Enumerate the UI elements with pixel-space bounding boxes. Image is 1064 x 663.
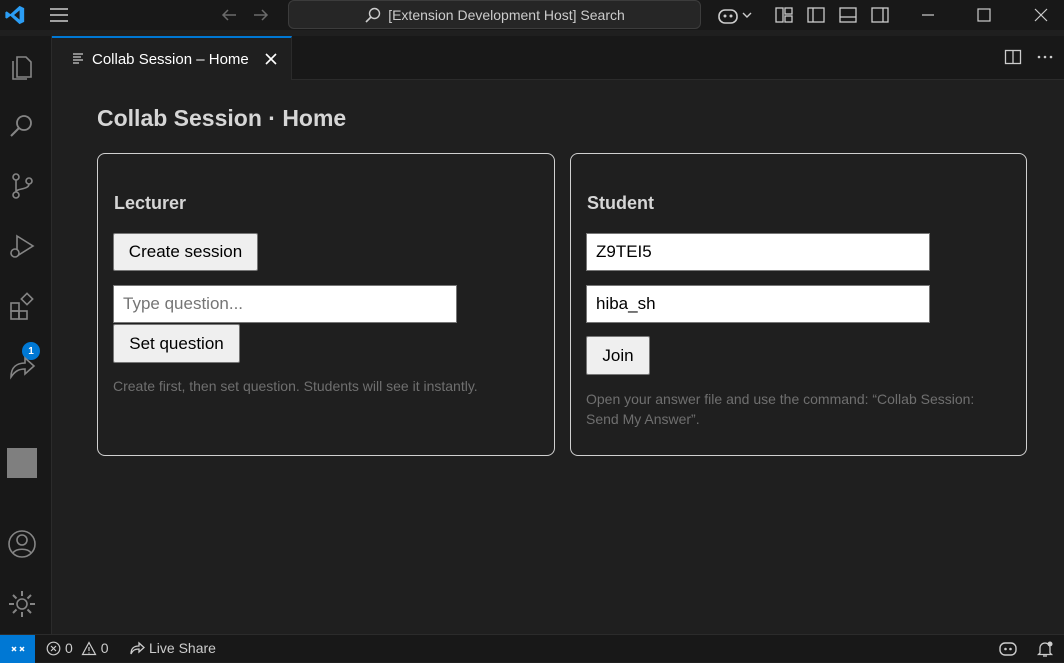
activity-extensions[interactable] (6, 290, 38, 322)
preview-file-icon (73, 53, 83, 64)
title-bar: [Extension Development Host] Search (0, 0, 1064, 30)
close-icon (1034, 8, 1048, 22)
extension-view-icon[interactable] (7, 448, 37, 478)
split-editor-icon[interactable] (1004, 48, 1022, 66)
search-icon (365, 7, 381, 23)
activity-explorer[interactable] (6, 50, 38, 82)
tab-collab-session-home[interactable]: Collab Session – Home (52, 36, 292, 80)
lecturer-heading: Lecturer (114, 193, 187, 213)
vscode-logo-icon (5, 5, 25, 25)
run-debug-icon (10, 234, 35, 258)
remote-icon (10, 646, 25, 652)
toggle-sidebar-icon[interactable] (806, 5, 826, 25)
toggle-secondary-sidebar-icon[interactable] (870, 5, 890, 25)
activity-manage[interactable] (6, 588, 38, 620)
create-session-button[interactable]: Create session (113, 233, 258, 271)
activity-run-debug[interactable] (6, 230, 38, 262)
settings-gear-icon (9, 591, 35, 617)
username-input[interactable] (586, 285, 930, 323)
search-text: [Extension Development Host] Search (388, 6, 625, 23)
activity-accounts[interactable] (6, 528, 38, 560)
layout-icon[interactable] (774, 5, 794, 25)
live-share-icon (10, 356, 36, 380)
warning-icon (81, 640, 97, 655)
minimize-icon (922, 14, 934, 16)
copilot-status[interactable] (998, 640, 1018, 658)
live-share-status-icon (130, 641, 145, 655)
editor-actions (1004, 48, 1054, 66)
webview-content: Collab Session · Home Lecturer Create se… (52, 80, 1064, 634)
arrow-left-icon[interactable] (219, 5, 239, 25)
lecturer-card: Lecturer Create session Set question Cre… (97, 153, 555, 456)
status-bar: 0 0 Live Share (0, 634, 1064, 663)
maximize-button[interactable] (961, 0, 1007, 30)
search-view-icon (10, 115, 32, 137)
set-question-button[interactable]: Set question (113, 324, 240, 363)
live-share-status[interactable]: Live Share (129, 640, 216, 656)
editor-tab-bar: Collab Session – Home (52, 36, 1064, 80)
menu-icon[interactable] (48, 4, 70, 26)
error-icon (46, 641, 61, 655)
activity-search[interactable] (6, 110, 38, 142)
close-tab-icon[interactable] (263, 51, 279, 67)
arrow-right-icon[interactable] (251, 5, 271, 25)
activity-bar: 1 (0, 36, 52, 634)
page-title: Collab Session · Home (97, 105, 347, 131)
source-control-icon (12, 173, 33, 199)
tab-label: Collab Session – Home (92, 50, 249, 68)
command-center-search[interactable]: [Extension Development Host] Search (288, 0, 701, 29)
notifications-status[interactable] (1036, 640, 1054, 658)
live-share-label: Live Share (149, 640, 216, 656)
accounts-icon (8, 530, 36, 558)
minimize-button[interactable] (905, 0, 951, 30)
question-input[interactable] (113, 285, 457, 323)
warning-count: 0 (100, 640, 109, 656)
session-code-input[interactable] (586, 233, 930, 271)
chevron-down-icon[interactable] (741, 5, 753, 25)
close-window-button[interactable] (1018, 0, 1064, 30)
student-heading: Student (587, 193, 654, 213)
lecturer-hint: Create first, then set question. Student… (113, 378, 478, 394)
problems-indicator[interactable]: 0 0 (46, 640, 109, 656)
activity-source-control[interactable] (6, 170, 38, 202)
maximize-icon (977, 8, 991, 22)
extensions-icon (10, 292, 34, 320)
activity-live-share[interactable] (6, 350, 38, 382)
copilot-status-icon (999, 642, 1017, 656)
toggle-panel-icon[interactable] (838, 5, 858, 25)
explorer-icon (12, 56, 32, 80)
more-actions-icon[interactable] (1036, 48, 1054, 66)
student-card: Student Join Open your answer file and u… (570, 153, 1027, 456)
error-count: 0 (65, 640, 73, 656)
student-hint: Open your answer file and use the comman… (586, 391, 975, 427)
join-button[interactable]: Join (586, 336, 650, 375)
copilot-icon[interactable] (716, 5, 740, 27)
bell-icon (1036, 641, 1054, 657)
remote-indicator[interactable] (0, 635, 35, 663)
